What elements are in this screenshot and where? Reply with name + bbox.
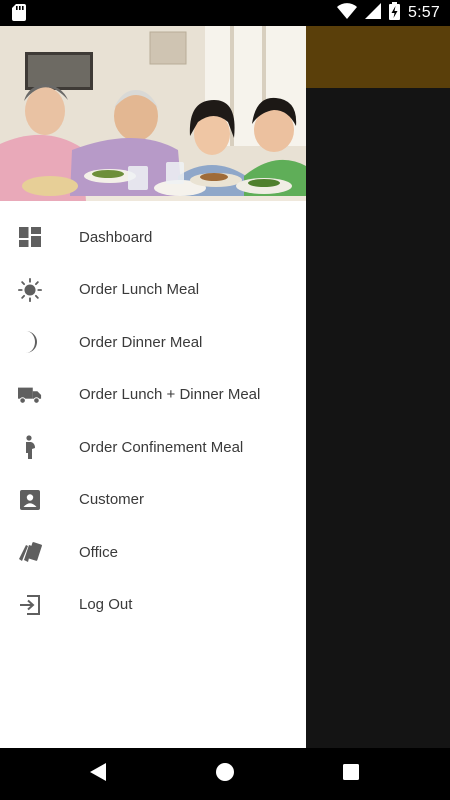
menu-item-office[interactable]: Office <box>0 526 306 579</box>
menu-item-order-dinner-meal[interactable]: Order Dinner Meal <box>0 316 306 369</box>
back-icon <box>90 762 106 786</box>
drawer-header-image <box>0 26 306 201</box>
recents-icon <box>343 763 359 785</box>
system-nav-bar <box>0 748 450 800</box>
home-button[interactable] <box>195 748 255 800</box>
account-box-icon <box>18 488 42 512</box>
status-bar: 5:57 <box>0 0 450 26</box>
navigation-drawer: Dashboard Order Lunch Meal Order Dinner … <box>0 26 306 748</box>
office-cards-icon <box>18 540 42 564</box>
menu-item-label: Order Lunch Meal <box>79 281 200 299</box>
pregnant-woman-icon <box>18 435 42 460</box>
screen: 5:57 Dashboard Order Lunch Meal Order Di… <box>0 0 450 800</box>
menu-item-label: Office <box>79 543 118 561</box>
drawer-menu: Dashboard Order Lunch Meal Order Dinner … <box>0 211 306 631</box>
home-icon <box>216 762 234 786</box>
menu-item-order-lunch-dinner-meal[interactable]: Order Lunch + Dinner Meal <box>0 369 306 422</box>
sd-card-icon <box>12 4 26 21</box>
status-icons: 5:57 <box>337 1 440 25</box>
moon-icon <box>18 330 42 354</box>
menu-item-label: Order Dinner Meal <box>79 333 203 351</box>
cell-signal-icon <box>365 2 382 24</box>
menu-item-label: Order Confinement Meal <box>79 438 244 456</box>
truck-icon <box>18 383 42 407</box>
wifi-icon <box>337 2 358 24</box>
back-button[interactable] <box>68 748 128 800</box>
menu-item-label: Order Lunch + Dinner Meal <box>79 386 261 404</box>
battery-charging-icon <box>389 1 401 25</box>
sun-icon <box>18 277 42 302</box>
menu-item-order-confinement-meal[interactable]: Order Confinement Meal <box>0 421 306 474</box>
status-time: 5:57 <box>408 4 440 21</box>
dashboard-icon <box>18 225 42 249</box>
recents-button[interactable] <box>321 748 381 800</box>
logout-icon <box>18 593 42 617</box>
menu-item-customer[interactable]: Customer <box>0 474 306 527</box>
menu-item-label: Log Out <box>79 596 133 614</box>
menu-item-order-lunch-meal[interactable]: Order Lunch Meal <box>0 264 306 317</box>
menu-item-log-out[interactable]: Log Out <box>0 579 306 632</box>
menu-item-label: Dashboard <box>79 228 153 246</box>
menu-item-label: Customer <box>79 491 145 509</box>
menu-item-dashboard[interactable]: Dashboard <box>0 211 306 264</box>
